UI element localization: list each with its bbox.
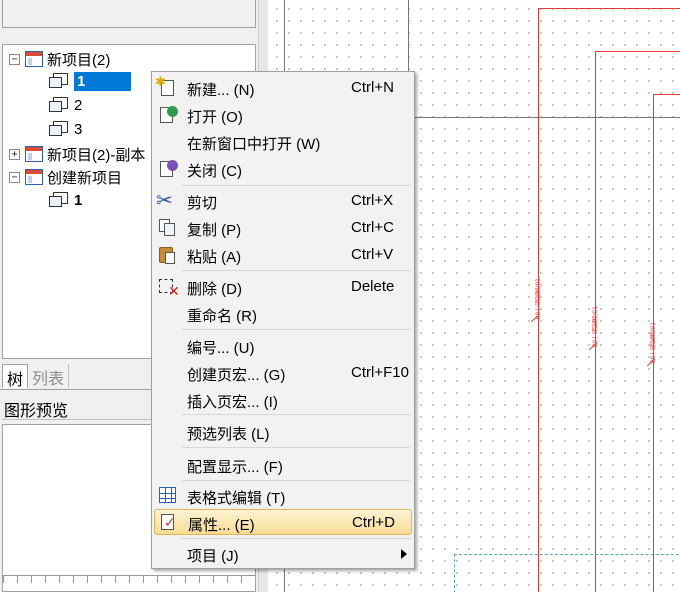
- dashed-frame: [454, 554, 680, 592]
- menu-item-insert-page-macro[interactable]: 插入页宏... (I): [154, 387, 412, 413]
- menu-item-numbering[interactable]: 编号... (U): [154, 333, 412, 359]
- tab-tree[interactable]: 树: [2, 364, 29, 389]
- collapse-icon[interactable]: −: [9, 53, 20, 65]
- copy-icon: [158, 219, 178, 237]
- wire-label: 00一般配置/01: [592, 306, 599, 348]
- menu-item-configure-display[interactable]: 配置显示... (F): [154, 452, 412, 478]
- project-icon: [25, 51, 43, 67]
- wire-line: [595, 51, 680, 52]
- menu-item-table-edit[interactable]: 表格式编辑 (T): [154, 483, 412, 509]
- tree-item-page-2[interactable]: 2: [49, 94, 82, 116]
- collapse-icon[interactable]: −: [9, 171, 20, 183]
- filter-field[interactable]: [2, 0, 256, 28]
- wire-label: 00一般配置/01: [535, 278, 542, 320]
- menu-item-open-new-window[interactable]: 在新窗口中打开 (W): [154, 129, 412, 155]
- wire-line: [653, 94, 680, 95]
- tree-item-project-copy[interactable]: + 新项目(2)-副本: [9, 143, 145, 165]
- scissors-icon: ✂: [156, 190, 173, 212]
- close-document-icon: [158, 160, 178, 178]
- wire-label: 00一般配置/01: [650, 322, 657, 364]
- menu-item-copy[interactable]: 复制 (P) Ctrl+C: [154, 215, 412, 241]
- tab-list[interactable]: 列表: [28, 364, 70, 388]
- preview-ruler: [3, 575, 255, 583]
- page-icon: [49, 97, 69, 113]
- menu-item-project[interactable]: 项目 (J): [154, 541, 412, 567]
- menu-item-properties[interactable]: ✓ 属性... (E) Ctrl+D: [154, 509, 412, 535]
- menu-item-delete[interactable]: ✕ 删除 (D) Delete: [154, 274, 412, 300]
- context-menu: ✱ 新建... (N) Ctrl+N 打开 (O) 在新窗口中打开 (W) 关闭…: [151, 71, 415, 569]
- tree-item-label: 新项目(2)-副本: [47, 146, 146, 164]
- page-icon: [49, 73, 69, 89]
- tree-item-page-new-1[interactable]: 1: [49, 189, 82, 211]
- page-icon: [49, 121, 69, 137]
- menu-separator: [182, 185, 410, 186]
- menu-separator: [182, 447, 410, 448]
- table-icon: [159, 487, 176, 503]
- project-icon: [25, 146, 43, 162]
- tree-item-project-new[interactable]: − 创建新项目: [9, 166, 122, 188]
- menu-item-close[interactable]: 关闭 (C): [154, 156, 412, 182]
- properties-icon: ✓: [159, 514, 179, 532]
- delete-icon: ✕: [158, 278, 180, 298]
- menu-separator: [182, 414, 410, 415]
- new-document-icon: ✱: [155, 75, 178, 97]
- menu-separator: [182, 270, 410, 271]
- wire-line: [538, 8, 680, 9]
- expand-icon[interactable]: +: [9, 148, 20, 160]
- menu-separator: [182, 538, 410, 539]
- menu-separator: [182, 480, 410, 481]
- menu-separator: [182, 329, 410, 330]
- menu-item-cut[interactable]: ✂ 剪切 Ctrl+X: [154, 188, 412, 214]
- paste-icon: [158, 246, 178, 264]
- menu-item-new[interactable]: ✱ 新建... (N) Ctrl+N: [154, 75, 412, 101]
- menu-item-create-page-macro[interactable]: 创建页宏... (G) Ctrl+F10: [154, 360, 412, 386]
- tree-item-label: 3: [74, 120, 83, 138]
- tree-item-label: 新项目(2): [47, 51, 111, 69]
- menu-item-paste[interactable]: 粘贴 (A) Ctrl+V: [154, 242, 412, 268]
- tree-item-label: 1: [74, 71, 132, 91]
- page-icon: [49, 192, 69, 208]
- submenu-arrow-icon: [401, 549, 407, 559]
- tree-item-label: 2: [74, 96, 83, 114]
- menu-item-preselection-list[interactable]: 预选列表 (L): [154, 419, 412, 445]
- tree-item-project-1[interactable]: − 新项目(2): [9, 48, 110, 70]
- project-icon: [25, 169, 43, 185]
- tree-item-label: 创建新项目: [47, 169, 123, 187]
- tree-item-page-1[interactable]: 1: [49, 70, 132, 92]
- open-icon: [158, 106, 178, 124]
- menu-item-rename[interactable]: 重命名 (R): [154, 301, 412, 327]
- menu-item-open[interactable]: 打开 (O): [154, 102, 412, 128]
- tree-item-page-3[interactable]: 3: [49, 118, 82, 140]
- tree-item-label: 1: [74, 191, 83, 209]
